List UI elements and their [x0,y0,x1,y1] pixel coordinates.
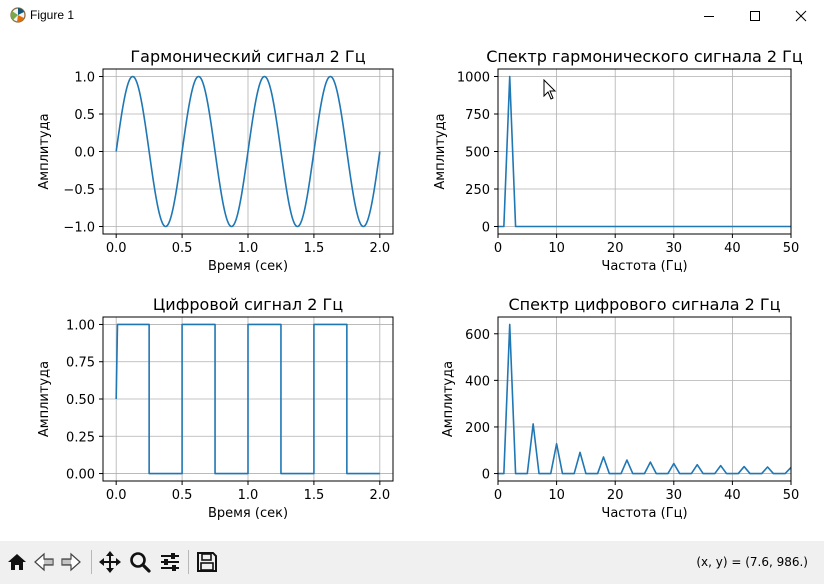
chart-title: Гармонический сигнал 2 Гц [130,47,365,66]
x-tick-label: 50 [783,488,800,503]
x-tick-label: 0.5 [172,241,193,256]
x-axis-label: Время (сек) [208,259,288,274]
y-axis-label: Амплитуда [37,361,52,437]
chart-title: Цифровой сигнал 2 Гц [153,295,343,314]
y-axis-label: Амплитуда [441,361,456,437]
y-axis-label: Амплитуда [433,113,448,189]
back-button[interactable] [31,549,57,575]
x-tick-label: 1.5 [304,241,325,256]
y-tick-label: 200 [465,421,490,436]
x-tick-label: 40 [724,241,741,256]
x-tick-label: 2.0 [369,488,390,503]
zoom-magnifier-icon [130,552,151,573]
back-arrow-icon [34,552,54,572]
forward-button[interactable] [58,549,84,575]
minimize-icon [704,15,714,17]
y-tick-label: 400 [465,374,490,389]
configure-subplots-button[interactable] [157,549,183,575]
y-tick-label: 600 [465,328,490,343]
save-floppy-icon [197,552,217,572]
navigation-toolbar: (x, y) = (7.6, 986.) [0,541,824,584]
x-tick-label: 2.0 [369,241,390,256]
x-tick-label: 0 [494,241,502,256]
x-tick-label: 0 [494,488,502,503]
series-line [498,323,791,475]
zoom-button[interactable] [127,549,153,575]
x-axis-label: Время (сек) [208,506,288,521]
maximize-button[interactable] [732,0,778,31]
y-tick-label: 0.5 [74,108,95,123]
chart-title: Спектр гармонического сигнала 2 Гц [486,47,803,66]
x-tick-label: 30 [666,488,683,503]
y-tick-label: 0.75 [66,356,95,371]
matplotlib-figure-icon [10,7,26,23]
mouse-cursor-icon [543,79,557,100]
x-tick-label: 0.0 [106,241,127,256]
x-tick-label: 20 [607,241,624,256]
x-tick-label: 50 [783,241,800,256]
y-tick-label: 1.0 [74,71,95,86]
window-title: Figure 1 [30,8,75,22]
maximize-icon [750,10,760,21]
window-titlebar: Figure 1 [0,0,824,31]
x-tick-label: 1.5 [304,488,325,503]
y-tick-label: 1.00 [66,318,95,333]
close-icon [795,10,807,21]
forward-arrow-icon [61,552,81,572]
x-tick-label: 0.5 [172,488,193,503]
y-tick-label: 750 [465,108,490,123]
x-tick-label: 1.0 [238,488,259,503]
figure-canvas[interactable]: 0.0 0.5 1.0 1.5 2.0 −1.0 −0.5 0.0 0.5 1.0 Гармонич… [0,31,824,541]
axes-frame [497,316,792,482]
y-tick-label: 0.25 [66,430,95,445]
subplots-config-icon [161,553,179,571]
pan-move-icon [99,551,121,573]
figure-svg: 0.0 0.5 1.0 1.5 2.0 −1.0 −0.5 0.0 0.5 1.0 Гармонич… [37,47,803,521]
x-tick-label: 40 [724,488,741,503]
x-tick-label: 0.0 [106,488,127,503]
chart-title: Спектр цифрового сигнала 2 Гц [508,295,780,314]
x-tick-label: 30 [666,241,683,256]
y-tick-label: 1000 [457,71,490,86]
y-tick-label: −0.5 [63,183,95,198]
x-axis-label: Частота (Гц) [601,259,687,274]
cursor-coordinates: (x, y) = (7.6, 986.) [696,555,808,569]
x-tick-label: 10 [548,488,565,503]
y-tick-label: 0.0 [74,146,95,161]
home-button[interactable] [4,549,30,575]
home-icon [8,554,26,570]
toolbar-separator [91,550,92,574]
x-tick-label: 20 [607,488,624,503]
x-axis-label: Частота (Гц) [601,506,687,521]
x-tick-label: 1.0 [238,241,259,256]
y-tick-label: 0 [482,221,490,236]
y-tick-label: 0.50 [66,393,95,408]
y-tick-label: 250 [465,183,490,198]
save-button[interactable] [194,549,220,575]
y-tick-label: 500 [465,146,490,161]
y-axis-label: Амплитуда [37,113,52,189]
y-tick-label: 0.00 [66,468,95,483]
x-tick-label: 10 [548,241,565,256]
y-tick-label: 0 [482,468,490,483]
close-button[interactable] [778,0,824,31]
pan-button[interactable] [97,549,123,575]
minimize-button[interactable] [686,0,732,31]
toolbar-separator [188,550,189,574]
y-tick-label: −1.0 [63,221,95,236]
